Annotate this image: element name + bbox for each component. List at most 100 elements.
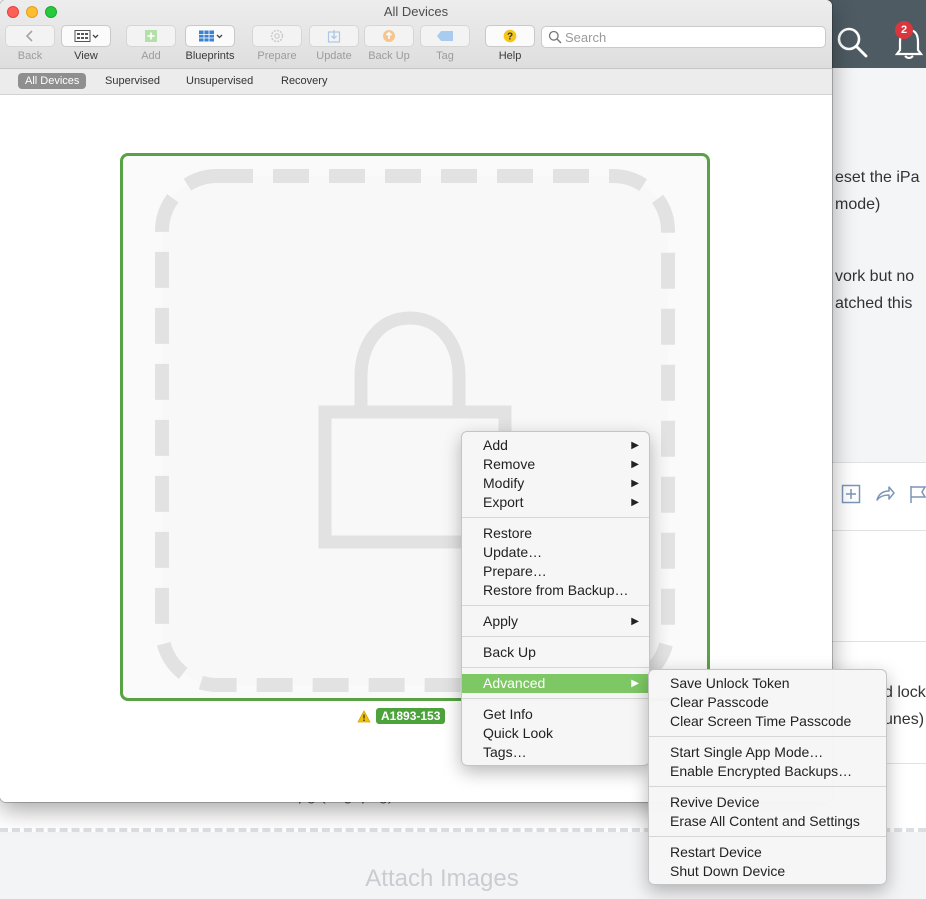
help-button[interactable]: ?: [485, 25, 535, 47]
share-icon[interactable]: [875, 484, 895, 504]
menu-separator: [649, 786, 886, 787]
grid-view-icon: [74, 30, 91, 42]
flag-icon[interactable]: [908, 484, 926, 504]
submenu-arrow-icon: ▶: [631, 478, 639, 489]
menu-item-clear-passcode[interactable]: Clear Passcode: [649, 693, 886, 712]
add-icon: [145, 30, 157, 42]
warning-icon: [357, 709, 371, 722]
menu-item-label: Remove: [483, 456, 536, 472]
prepare-label: Prepare: [257, 50, 297, 62]
menu-item-restart-device[interactable]: Restart Device: [649, 843, 886, 862]
blueprints-label: Blueprints: [185, 50, 235, 62]
chevron-down-icon: [92, 34, 99, 39]
help-toolbar-item[interactable]: ? Help: [485, 25, 535, 62]
tag-button[interactable]: [420, 25, 470, 47]
submenu-arrow-icon: ▶: [631, 678, 639, 689]
post-text-line: mode): [835, 196, 881, 213]
prepare-toolbar-item[interactable]: Prepare: [252, 25, 302, 62]
menu-item-add[interactable]: Add ▶: [462, 436, 649, 455]
backup-button[interactable]: [364, 25, 414, 47]
backup-toolbar-item[interactable]: Back Up: [364, 25, 414, 62]
menu-item-label: Advanced: [483, 675, 546, 691]
add-icon[interactable]: [841, 484, 861, 504]
scope-tab-all-devices[interactable]: All Devices: [18, 73, 87, 89]
submenu-arrow-icon: ▶: [631, 616, 639, 627]
notification-badge: 2: [895, 21, 913, 39]
menu-separator: [462, 605, 649, 606]
menu-item-prepare[interactable]: Prepare…: [462, 562, 649, 581]
blueprints-toolbar-item[interactable]: Blueprints: [185, 25, 235, 62]
menu-item-quick-look[interactable]: Quick Look: [462, 724, 649, 743]
add-button[interactable]: [126, 25, 176, 47]
device-label: A1893-153: [357, 707, 446, 725]
menu-item-restore-from-backup[interactable]: Restore from Backup…: [462, 581, 649, 600]
back-button[interactable]: [5, 25, 55, 47]
search-icon[interactable]: [835, 25, 869, 59]
menu-item-modify[interactable]: Modify ▶: [462, 474, 649, 493]
menu-item-export[interactable]: Export ▶: [462, 493, 649, 512]
view-toolbar-item[interactable]: View: [61, 25, 111, 62]
menu-item-apply[interactable]: Apply ▶: [462, 612, 649, 631]
backup-icon: [383, 30, 395, 42]
divider: [832, 641, 926, 642]
update-label: Update: [316, 50, 352, 62]
submenu-arrow-icon: ▶: [631, 497, 639, 508]
menu-item-shut-down-device[interactable]: Shut Down Device: [649, 862, 886, 881]
chevron-down-icon: [216, 34, 223, 39]
svg-text:?: ?: [507, 32, 513, 43]
menu-separator: [649, 836, 886, 837]
view-label: View: [74, 50, 98, 62]
device-name-badge[interactable]: A1893-153: [376, 708, 446, 724]
post-text-line: d lock: [884, 684, 926, 701]
search-input[interactable]: [565, 29, 815, 45]
divider: [832, 462, 926, 463]
menu-item-enable-encrypted-backups[interactable]: Enable Encrypted Backups…: [649, 762, 886, 781]
post-text-line: atched this: [835, 295, 913, 312]
post-text-line: eset the iPa: [835, 169, 920, 186]
menu-separator: [462, 636, 649, 637]
device-context-menu: Add ▶ Remove ▶ Modify ▶ Export ▶ Restore Upd…: [461, 431, 650, 766]
menu-item-update[interactable]: Update…: [462, 543, 649, 562]
menu-item-label: Add: [483, 437, 508, 453]
menu-item-remove[interactable]: Remove ▶: [462, 455, 649, 474]
menu-item-tags[interactable]: Tags…: [462, 743, 649, 762]
menu-item-get-info[interactable]: Get Info: [462, 705, 649, 724]
menu-item-erase-all-content[interactable]: Erase All Content and Settings: [649, 812, 886, 831]
menu-item-restore[interactable]: Restore: [462, 524, 649, 543]
scope-tab-unsupervised[interactable]: Unsupervised: [179, 73, 260, 89]
menu-item-advanced[interactable]: Advanced ▶: [462, 674, 649, 693]
post-text-line: vork but no: [835, 268, 915, 285]
menu-item-label: Modify: [483, 475, 525, 491]
menu-item-revive-device[interactable]: Revive Device: [649, 793, 886, 812]
gear-icon: [270, 29, 284, 43]
download-icon: [327, 30, 341, 43]
search-field[interactable]: [541, 26, 826, 48]
tag-label: Tag: [436, 50, 454, 62]
help-label: Help: [498, 50, 522, 62]
menu-item-save-unlock-token[interactable]: Save Unlock Token: [649, 674, 886, 693]
back-label: Back: [17, 50, 43, 62]
help-icon: ?: [503, 29, 517, 43]
post-text-line: unes): [884, 711, 925, 728]
update-toolbar-item[interactable]: Update: [309, 25, 359, 62]
chevron-left-icon: [25, 30, 33, 42]
update-button[interactable]: [309, 25, 359, 47]
scope-tab-recovery[interactable]: Recovery: [274, 73, 334, 89]
prepare-button[interactable]: [252, 25, 302, 47]
menu-item-start-single-app-mode[interactable]: Start Single App Mode…: [649, 743, 886, 762]
view-button[interactable]: [61, 25, 111, 47]
menu-separator: [462, 698, 649, 699]
menu-separator: [649, 736, 886, 737]
menu-separator: [462, 667, 649, 668]
back-toolbar-item[interactable]: Back: [5, 25, 55, 62]
blueprints-button[interactable]: [185, 25, 235, 47]
scope-tab-supervised[interactable]: Supervised: [98, 73, 167, 89]
tag-toolbar-item[interactable]: Tag: [420, 25, 470, 62]
add-label: Add: [141, 50, 161, 62]
menu-item-clear-screen-time-passcode[interactable]: Clear Screen Time Passcode: [649, 712, 886, 731]
menu-separator: [462, 517, 649, 518]
menu-item-back-up[interactable]: Back Up: [462, 643, 649, 662]
blueprints-icon: [199, 30, 214, 42]
tag-icon: [437, 31, 453, 41]
add-toolbar-item[interactable]: Add: [126, 25, 176, 62]
